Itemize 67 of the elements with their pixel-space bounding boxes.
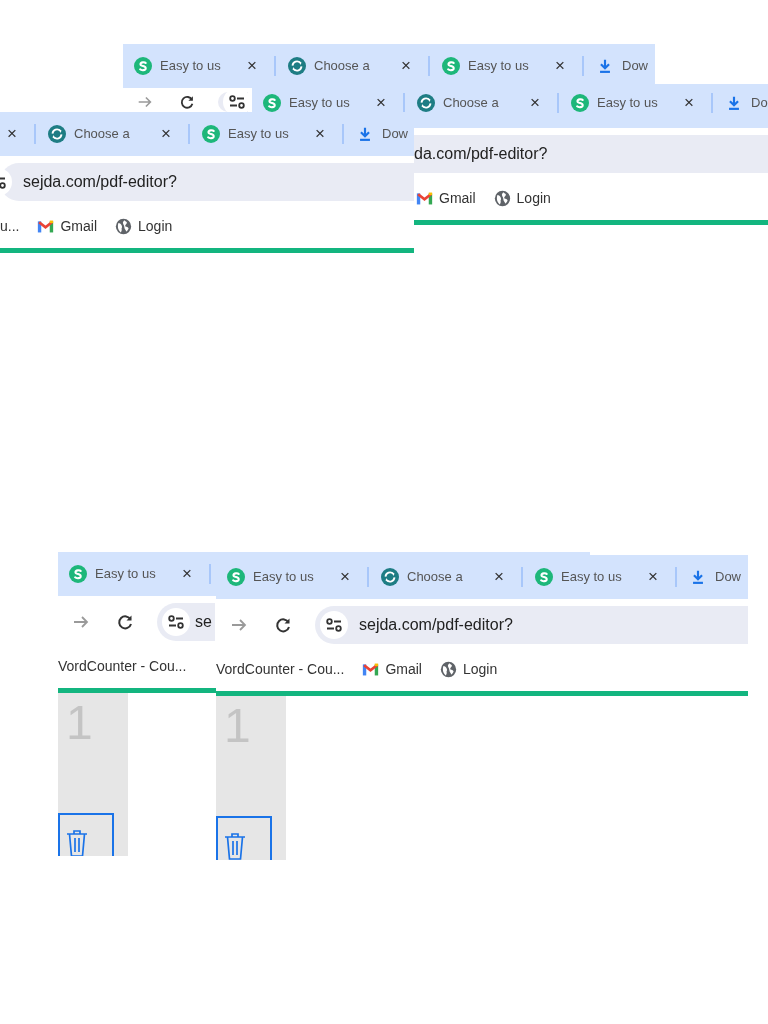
site-settings-icon[interactable] bbox=[162, 608, 190, 636]
bookmark-link[interactable]: Login bbox=[439, 658, 498, 680]
browser-tab[interactable]: Easy to us × bbox=[560, 94, 710, 112]
browser-tab[interactable]: Easy to us × bbox=[524, 568, 674, 586]
globe-icon bbox=[115, 217, 133, 235]
sejda-icon bbox=[202, 125, 220, 143]
browser-tab[interactable]: Dow bbox=[585, 57, 655, 75]
browser-tab[interactable]: Easy to us × bbox=[216, 568, 366, 586]
browser-tab[interactable]: Choose a × bbox=[37, 125, 187, 143]
browser-tab[interactable]: × bbox=[0, 125, 33, 143]
bookmark-link[interactable]: Gmail bbox=[416, 187, 476, 209]
browser-tab[interactable]: Easy to us × bbox=[123, 57, 273, 75]
sync-icon bbox=[48, 125, 66, 143]
browser-tab[interactable]: Dow bbox=[345, 125, 414, 143]
close-button[interactable]: × bbox=[335, 567, 355, 587]
close-button[interactable]: × bbox=[242, 56, 262, 76]
reload-icon[interactable] bbox=[115, 612, 135, 632]
sejda-icon bbox=[134, 57, 152, 75]
address-bar[interactable]: sejda.com/pdf-editor? bbox=[0, 163, 414, 201]
close-button[interactable]: × bbox=[489, 567, 509, 587]
sejda-icon bbox=[442, 57, 460, 75]
address-bar[interactable]: da.com/pdf-editor? bbox=[414, 135, 768, 173]
browser-tab[interactable]: Easy to us × bbox=[252, 94, 402, 112]
bookmark-link[interactable]: Login bbox=[493, 187, 551, 209]
close-button[interactable]: × bbox=[177, 564, 197, 584]
sejda-icon bbox=[227, 568, 245, 586]
sync-icon bbox=[381, 568, 399, 586]
delete-button[interactable] bbox=[216, 816, 272, 860]
sync-icon bbox=[288, 57, 306, 75]
sejda-icon bbox=[535, 568, 553, 586]
browser-tab[interactable]: Choose a × bbox=[277, 57, 427, 75]
globe-icon bbox=[493, 189, 511, 207]
browser-tab[interactable]: Choose a × bbox=[370, 568, 520, 586]
close-button[interactable]: × bbox=[2, 124, 22, 144]
close-button[interactable]: × bbox=[396, 56, 416, 76]
close-button[interactable]: × bbox=[550, 56, 570, 76]
sejda-icon bbox=[571, 94, 589, 112]
address-bar[interactable]: sejda.com/pdf-editor? bbox=[315, 606, 748, 644]
bookmark-link[interactable]: u... bbox=[0, 215, 20, 237]
globe-icon bbox=[439, 660, 457, 678]
close-button[interactable]: × bbox=[310, 124, 330, 144]
bookmark-link[interactable]: Gmail bbox=[362, 658, 422, 680]
sync-icon bbox=[417, 94, 435, 112]
bookmark-link[interactable]: Login bbox=[115, 215, 173, 237]
bookmark-link[interactable]: Gmail bbox=[37, 215, 98, 237]
sejda-icon bbox=[263, 94, 281, 112]
close-button[interactable]: × bbox=[525, 93, 545, 113]
browser-tab[interactable]: Easy to us × bbox=[431, 57, 581, 75]
sejda-icon bbox=[69, 565, 87, 583]
browser-tab[interactable]: Dow bbox=[678, 568, 748, 586]
delete-button[interactable] bbox=[58, 813, 114, 856]
bookmark-link[interactable]: VordCounter - Cou... bbox=[216, 658, 345, 680]
reload-icon[interactable] bbox=[178, 93, 196, 111]
browser-tab[interactable]: Easy to us × bbox=[191, 125, 341, 143]
close-button[interactable]: × bbox=[679, 93, 699, 113]
browser-tab[interactable]: Easy to us × bbox=[58, 565, 208, 583]
address-bar[interactable]: se bbox=[157, 603, 215, 641]
site-settings-icon[interactable] bbox=[320, 611, 348, 639]
close-button[interactable]: × bbox=[156, 124, 176, 144]
trash-icon bbox=[223, 832, 247, 860]
close-button[interactable]: × bbox=[371, 93, 391, 113]
trash-icon bbox=[65, 829, 89, 856]
bookmark-link[interactable]: VordCounter - Cou... bbox=[58, 655, 187, 677]
reload-icon[interactable] bbox=[273, 615, 293, 635]
browser-tab[interactable]: Do bbox=[714, 94, 768, 112]
browser-tab[interactable]: Choose a × bbox=[406, 94, 556, 112]
close-button[interactable]: × bbox=[643, 567, 663, 587]
